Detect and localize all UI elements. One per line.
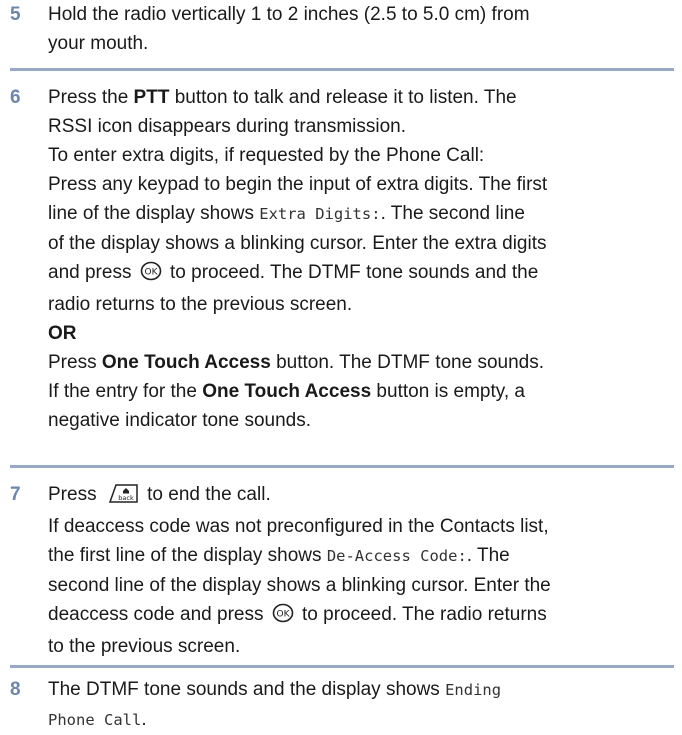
text-line: deaccess code and press OK to proceed. T… — [48, 600, 674, 632]
text-line: radio returns to the previous screen. — [48, 294, 353, 315]
ok-button-icon: OK — [272, 603, 294, 632]
text-line: The DTMF tone sounds and the display sho… — [48, 679, 502, 700]
text-line: Press One Touch Access button. The DTMF … — [48, 352, 544, 373]
divider — [10, 68, 674, 71]
step-number: 5 — [10, 4, 21, 25]
display-text: Ending — [445, 681, 502, 699]
text-line: to the previous screen. — [48, 636, 241, 657]
text-line: Hold the radio vertically 1 to 2 inches … — [48, 4, 530, 25]
text-line: of the display shows a blinking cursor. … — [48, 233, 547, 254]
text-line: Press back to end the call. — [48, 480, 674, 512]
text-line: Press the PTT button to talk and release… — [48, 87, 517, 108]
step-number: 7 — [10, 484, 21, 505]
step-text: The DTMF tone sounds and the display sho… — [48, 675, 674, 735]
text-line: negative indicator tone sounds. — [48, 410, 312, 431]
or-label: OR — [48, 323, 77, 344]
svg-text:OK: OK — [144, 268, 158, 278]
back-home-button-icon: back — [105, 483, 139, 512]
step-text: Press back to end the call. If deaccess … — [48, 480, 674, 661]
ok-button-icon: OK — [140, 261, 162, 290]
step-text: Press the PTT button to talk and release… — [48, 83, 674, 435]
text-line: To enter extra digits, if requested by t… — [48, 145, 485, 166]
text-line: Press any keypad to begin the input of e… — [48, 174, 548, 195]
text-line: RSSI icon disappears during transmission… — [48, 116, 407, 137]
step-text: Hold the radio vertically 1 to 2 inches … — [48, 0, 674, 58]
display-text: Phone Call — [48, 711, 142, 729]
text-line: and press OK to proceed. The DTMF tone s… — [48, 258, 674, 290]
divider — [10, 465, 674, 468]
text-line: second line of the display shows a blink… — [48, 575, 551, 596]
step-number: 6 — [10, 87, 21, 108]
display-text: Extra Digits: — [259, 205, 381, 223]
text-line: If the entry for the One Touch Access bu… — [48, 381, 525, 402]
text-line: your mouth. — [48, 33, 149, 54]
text-line: the first line of the display shows De-A… — [48, 545, 510, 566]
text-line: If deaccess code was not preconfigured i… — [48, 516, 549, 537]
text-line: line of the display shows Extra Digits:.… — [48, 203, 525, 224]
divider — [10, 665, 674, 668]
svg-text:OK: OK — [276, 610, 290, 620]
back-icon-label: back — [118, 494, 134, 502]
step-number: 8 — [10, 679, 21, 700]
display-text: De-Access Code: — [326, 547, 467, 565]
text-line: Phone Call. — [48, 709, 147, 730]
